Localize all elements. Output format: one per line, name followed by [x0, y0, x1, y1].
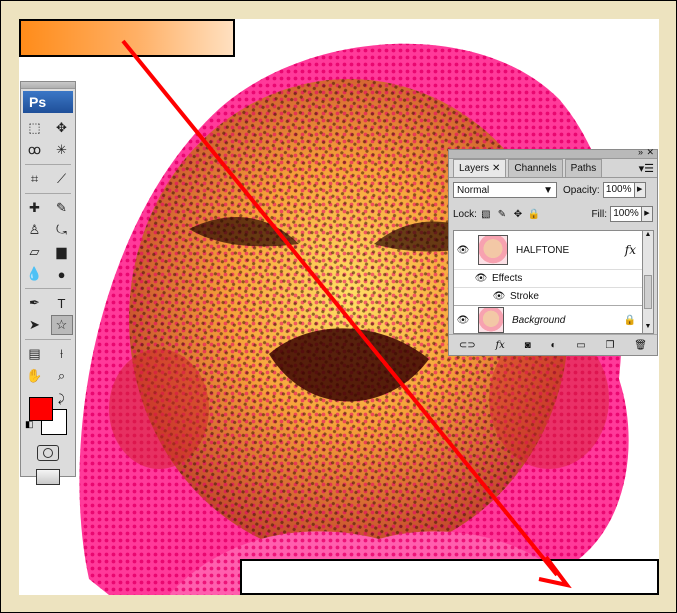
layer-row-background[interactable]: 👁 Background 🔒: [454, 305, 642, 335]
path-selection-icon[interactable]: ➤: [24, 315, 46, 335]
close-icon[interactable]: ✕: [646, 147, 654, 158]
tab-layers[interactable]: Layers ✕: [453, 159, 507, 177]
gradient-swatch: [19, 19, 235, 57]
blend-mode-value: Normal: [457, 184, 490, 196]
quick-mask-icon[interactable]: [37, 445, 59, 461]
tab-paths[interactable]: Paths: [564, 159, 603, 177]
crop-tool-icon[interactable]: ⌗: [24, 169, 46, 189]
slice-tool-icon[interactable]: ⟋: [51, 169, 73, 189]
lock-label: Lock:: [453, 208, 477, 220]
link-layers-icon[interactable]: ⊂⊃: [459, 340, 476, 351]
adjustment-layer-icon[interactable]: ◐: [550, 340, 556, 351]
tool-separator: [25, 164, 71, 165]
layer-style-icon[interactable]: fx: [495, 340, 504, 351]
tool-separator: [25, 193, 71, 194]
tools-panel-grip[interactable]: [21, 82, 75, 89]
layer-name: Background: [512, 314, 566, 326]
panel-tabs: Layers ✕ Channels Paths ▾☰: [449, 159, 657, 178]
pen-tool-icon[interactable]: ✒: [24, 293, 46, 313]
lasso-tool-icon[interactable]: ꝏ: [24, 140, 46, 160]
foreground-color-swatch[interactable]: [29, 397, 53, 421]
photoshop-logo[interactable]: Ps: [23, 91, 73, 113]
layers-panel-titlebar[interactable]: » ✕: [449, 147, 657, 159]
blend-mode-select[interactable]: Normal ▼: [453, 182, 557, 198]
caption-box: [240, 559, 659, 595]
layer-mask-icon[interactable]: ◙: [525, 340, 531, 351]
lock-image-icon[interactable]: ✎: [495, 207, 509, 221]
eraser-tool-icon[interactable]: ▱: [24, 242, 46, 262]
dodge-tool-icon[interactable]: ●: [51, 264, 73, 284]
tool-separator: [25, 288, 71, 289]
clone-stamp-icon[interactable]: ♙: [24, 220, 46, 240]
magic-wand-icon[interactable]: ✳: [51, 140, 73, 160]
opacity-slider-toggle[interactable]: ▶: [634, 182, 646, 198]
lock-position-icon[interactable]: ✥: [511, 207, 525, 221]
layers-footer: ⊂⊃ fx ◙ ◐ ▭ ❐ 🗑: [449, 334, 657, 355]
blur-tool-icon[interactable]: 💧: [24, 264, 46, 284]
trash-icon[interactable]: 🗑: [634, 340, 647, 351]
history-brush-icon[interactable]: ⤿: [51, 220, 73, 240]
gradient-tool-icon[interactable]: ▆: [51, 242, 73, 262]
layer-effects-row[interactable]: 👁 Effects: [454, 269, 642, 288]
layers-panel: » ✕ Layers ✕ Channels Paths ▾☰ Normal ▼ O…: [448, 147, 658, 356]
tab-channels[interactable]: Channels: [508, 159, 563, 177]
scroll-up-icon[interactable]: ▲: [643, 231, 653, 241]
custom-shape-icon[interactable]: ☆: [50, 315, 73, 335]
zoom-tool-icon[interactable]: ⌕: [51, 366, 73, 386]
tools-panel: Ps ⬚ ✥ ꝏ ✳ ⌗ ⟋ ✚ ✎ ♙ ⤿ ▱ ▆ 💧 ● ✒ T ➤ ☆ ▤ ⟊ ✋ ⌕ ⤸ ◧: [20, 81, 76, 485]
healing-brush-icon[interactable]: ✚: [24, 198, 46, 218]
tab-label: Paths: [570, 163, 597, 174]
tool-separator: [25, 339, 71, 340]
move-tool-icon[interactable]: ✥: [51, 118, 73, 138]
effects-label: Effects: [492, 272, 523, 284]
visibility-eye-icon[interactable]: 👁: [454, 245, 472, 256]
eyedropper-icon[interactable]: ⟊: [51, 344, 73, 364]
scroll-thumb[interactable]: [644, 275, 652, 309]
stroke-eye-icon[interactable]: 👁: [490, 291, 508, 302]
screen-mode-icon[interactable]: [36, 469, 60, 485]
tab-label: Layers: [459, 163, 490, 174]
layer-thumbnail: [478, 235, 508, 265]
swap-colors-icon[interactable]: ⤸: [58, 393, 65, 406]
layer-thumbnail: [478, 307, 504, 333]
lock-all-icon[interactable]: 🔒: [527, 207, 541, 221]
color-swatches: ⤸ ◧: [21, 393, 75, 439]
collapse-icon[interactable]: »: [638, 147, 643, 157]
stroke-label: Stroke: [510, 290, 539, 302]
layer-row-halftone[interactable]: 👁 HALFTONE fx: [454, 231, 642, 270]
panel-menu-icon[interactable]: ▾☰: [639, 162, 654, 175]
new-layer-icon[interactable]: ❐: [606, 340, 615, 351]
close-tab-icon[interactable]: ✕: [492, 163, 500, 174]
scroll-down-icon[interactable]: ▼: [643, 323, 653, 333]
layer-lock-icon: 🔒: [623, 314, 636, 326]
fill-input[interactable]: 100%: [610, 206, 642, 222]
screenshot-frame: Ps ⬚ ✥ ꝏ ✳ ⌗ ⟋ ✚ ✎ ♙ ⤿ ▱ ▆ 💧 ● ✒ T ➤ ☆ ▤ ⟊ ✋ ⌕ ⤸ ◧ …: [0, 0, 677, 613]
layer-list-scrollbar[interactable]: ▲ ▼: [642, 230, 654, 334]
opacity-label: Opacity:: [563, 184, 600, 196]
layer-list: 👁 HALFTONE fx 👁 Effects 👁 Stroke 👁 Backg…: [453, 230, 643, 334]
tab-label: Channels: [514, 163, 557, 174]
brush-tool-icon[interactable]: ✎: [51, 198, 73, 218]
notes-tool-icon[interactable]: ▤: [24, 344, 46, 364]
lock-transparency-icon[interactable]: ▧: [479, 207, 493, 221]
opacity-input[interactable]: 100%: [602, 182, 635, 198]
marquee-tool-icon[interactable]: ⬚: [24, 118, 46, 138]
chevron-down-icon: ▼: [543, 184, 553, 196]
fx-indicator-icon[interactable]: fx: [625, 243, 636, 257]
fill-slider-toggle[interactable]: ▶: [642, 206, 653, 222]
hand-tool-icon[interactable]: ✋: [24, 366, 46, 386]
visibility-eye-icon[interactable]: 👁: [454, 315, 472, 326]
type-tool-icon[interactable]: T: [51, 293, 73, 313]
effects-eye-icon[interactable]: 👁: [472, 273, 490, 284]
layer-stroke-row[interactable]: 👁 Stroke: [454, 287, 642, 306]
fill-label: Fill:: [591, 208, 607, 220]
new-group-icon[interactable]: ▭: [576, 340, 585, 351]
layer-name: HALFTONE: [516, 244, 570, 256]
